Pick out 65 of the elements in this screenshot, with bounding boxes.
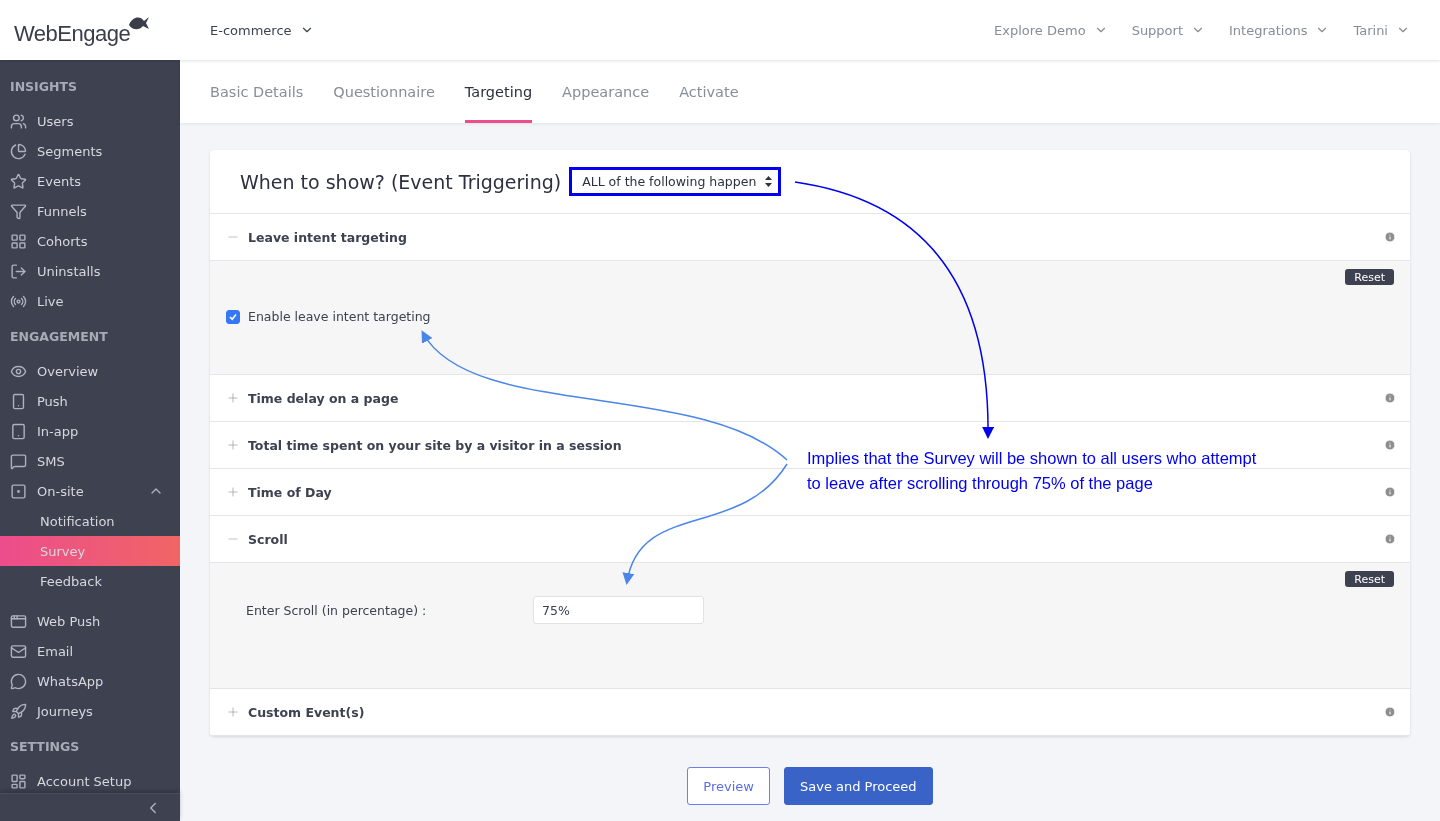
info-icon[interactable]: [1384, 533, 1396, 545]
section-title[interactable]: Time delay on a page: [248, 390, 399, 406]
tablet-icon: [10, 422, 27, 440]
save-button[interactable]: Save and Proceed: [783, 767, 933, 805]
sidebar-item[interactable]: Live: [0, 286, 180, 316]
exit-icon: [10, 262, 27, 280]
section-title[interactable]: Custom Event(s): [248, 704, 365, 720]
sidebar-item[interactable]: Push: [0, 386, 180, 416]
sidebar-section-title: SETTINGS: [9, 738, 81, 756]
field-label: Enter Scroll (in percentage) :: [246, 602, 428, 618]
sidebar-item[interactable]: Notification: [0, 506, 180, 536]
star-icon: [10, 172, 27, 190]
funnel-icon: [10, 202, 27, 220]
sidebar-item[interactable]: Web Push: [0, 606, 180, 636]
project-dropdown[interactable]: E-commerce: [210, 22, 314, 38]
info-icon[interactable]: [1384, 231, 1396, 243]
sidebar-item[interactable]: On-site: [0, 476, 180, 506]
section-title[interactable]: Total time spent on your site by a visitor in a session: [248, 437, 622, 453]
dashboard-icon: [10, 772, 27, 790]
phone-icon: [10, 392, 27, 410]
check-icon: [229, 312, 237, 321]
sidebar-item[interactable]: Events: [0, 166, 180, 196]
checkbox-label[interactable]: Enable leave intent targeting: [226, 309, 1394, 324]
reset-button[interactable]: Reset: [1345, 571, 1394, 587]
checkbox[interactable]: [226, 309, 240, 324]
sidebar-item[interactable]: In-app: [0, 416, 180, 446]
sidebar-item[interactable]: Uninstalls: [0, 256, 180, 286]
sidebar-section-title: ENGAGEMENT: [9, 328, 109, 346]
sidebar-item[interactable]: Cohorts: [0, 226, 180, 256]
chat-bubble-icon: [10, 672, 27, 690]
mail-icon: [10, 642, 27, 660]
sidebar-item[interactable]: SMS: [0, 446, 180, 476]
users-icon: [10, 112, 27, 130]
info-icon[interactable]: [1384, 486, 1396, 498]
grid-icon: [10, 232, 27, 250]
sidebar-item[interactable]: Users: [0, 106, 180, 136]
info-icon[interactable]: [1384, 392, 1396, 404]
tab[interactable]: Targeting: [464, 60, 533, 123]
section-title[interactable]: Leave intent targeting: [248, 229, 407, 245]
sidebar-item[interactable]: Journeys: [0, 696, 180, 726]
reset-button[interactable]: Reset: [1345, 269, 1394, 285]
window-icon: [10, 482, 27, 500]
info-icon[interactable]: [1384, 706, 1396, 718]
section-title[interactable]: Scroll: [248, 531, 288, 547]
chat-icon: [10, 452, 27, 470]
sidebar-item[interactable]: Account Setup: [0, 766, 180, 793]
preview-button[interactable]: Preview: [687, 767, 770, 805]
sidebar-item[interactable]: WhatsApp: [0, 666, 180, 696]
input-field[interactable]: 75%: [533, 596, 704, 624]
info-icon[interactable]: [1384, 439, 1396, 451]
pie-chart-icon: [10, 142, 27, 160]
select-arrows-icon: [765, 176, 773, 187]
rocket-icon: [10, 702, 27, 720]
browser-icon: [10, 612, 27, 630]
sidebar-item[interactable]: Email: [0, 636, 180, 666]
card-title: When to show? (Event Triggering): [240, 170, 562, 193]
sidebar-item[interactable]: Segments: [0, 136, 180, 166]
sidebar-item[interactable]: Funnels: [0, 196, 180, 226]
annotation-text: Implies that the Survey will be shown to all users who attempt to leave after scrolling through 75% of the page: [807, 448, 1257, 494]
logo[interactable]: WebEngage: [14, 21, 131, 47]
sidebar-item[interactable]: Overview: [0, 356, 180, 386]
sidebar-section-title: INSIGHTS: [9, 78, 79, 96]
section-title[interactable]: Time of Day: [248, 484, 332, 500]
sidebar-item[interactable]: Feedback: [0, 566, 180, 596]
condition-select[interactable]: ALL of the following happen: [569, 167, 782, 196]
